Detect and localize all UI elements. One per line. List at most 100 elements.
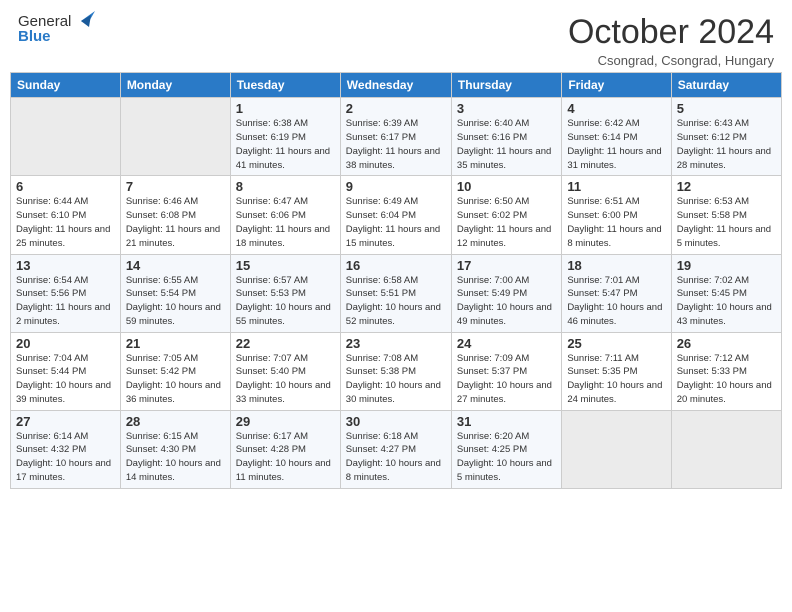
header: General Blue October 2024 Csongrad, Cson…: [0, 0, 792, 72]
cal-cell: 22Sunrise: 7:07 AMSunset: 5:40 PMDayligh…: [230, 332, 340, 410]
day-number: 11: [567, 179, 665, 194]
cell-info: Sunrise: 6:44 AMSunset: 6:10 PMDaylight:…: [16, 195, 115, 250]
calendar-wrap: SundayMondayTuesdayWednesdayThursdayFrid…: [0, 72, 792, 492]
cal-cell: 18Sunrise: 7:01 AMSunset: 5:47 PMDayligh…: [562, 254, 671, 332]
day-number: 24: [457, 336, 556, 351]
cal-cell: 9Sunrise: 6:49 AMSunset: 6:04 PMDaylight…: [340, 176, 451, 254]
day-number: 26: [677, 336, 776, 351]
day-number: 22: [236, 336, 335, 351]
day-number: 21: [126, 336, 225, 351]
day-number: 15: [236, 258, 335, 273]
cal-cell: 7Sunrise: 6:46 AMSunset: 6:08 PMDaylight…: [120, 176, 230, 254]
day-number: 18: [567, 258, 665, 273]
cal-cell: 29Sunrise: 6:17 AMSunset: 4:28 PMDayligh…: [230, 410, 340, 488]
cal-cell: 13Sunrise: 6:54 AMSunset: 5:56 PMDayligh…: [11, 254, 121, 332]
cell-info: Sunrise: 7:09 AMSunset: 5:37 PMDaylight:…: [457, 352, 556, 407]
cell-info: Sunrise: 7:04 AMSunset: 5:44 PMDaylight:…: [16, 352, 115, 407]
cell-info: Sunrise: 6:49 AMSunset: 6:04 PMDaylight:…: [346, 195, 446, 250]
cell-info: Sunrise: 6:58 AMSunset: 5:51 PMDaylight:…: [346, 274, 446, 329]
day-number: 23: [346, 336, 446, 351]
cell-info: Sunrise: 6:50 AMSunset: 6:02 PMDaylight:…: [457, 195, 556, 250]
calendar-table: SundayMondayTuesdayWednesdayThursdayFrid…: [10, 72, 782, 488]
cell-info: Sunrise: 6:14 AMSunset: 4:32 PMDaylight:…: [16, 430, 115, 485]
day-header-friday: Friday: [562, 73, 671, 98]
cal-cell: 4Sunrise: 6:42 AMSunset: 6:14 PMDaylight…: [562, 98, 671, 176]
day-number: 2: [346, 101, 446, 116]
day-number: 6: [16, 179, 115, 194]
cell-info: Sunrise: 6:15 AMSunset: 4:30 PMDaylight:…: [126, 430, 225, 485]
cal-cell: 8Sunrise: 6:47 AMSunset: 6:06 PMDaylight…: [230, 176, 340, 254]
week-row-5: 27Sunrise: 6:14 AMSunset: 4:32 PMDayligh…: [11, 410, 782, 488]
day-number: 1: [236, 101, 335, 116]
cal-cell: 2Sunrise: 6:39 AMSunset: 6:17 PMDaylight…: [340, 98, 451, 176]
cal-cell: 15Sunrise: 6:57 AMSunset: 5:53 PMDayligh…: [230, 254, 340, 332]
day-header-row: SundayMondayTuesdayWednesdayThursdayFrid…: [11, 73, 782, 98]
day-number: 10: [457, 179, 556, 194]
day-header-monday: Monday: [120, 73, 230, 98]
cal-cell: 6Sunrise: 6:44 AMSunset: 6:10 PMDaylight…: [11, 176, 121, 254]
day-number: 3: [457, 101, 556, 116]
cal-cell: 12Sunrise: 6:53 AMSunset: 5:58 PMDayligh…: [671, 176, 781, 254]
day-number: 13: [16, 258, 115, 273]
cell-info: Sunrise: 6:51 AMSunset: 6:00 PMDaylight:…: [567, 195, 665, 250]
cal-cell: 25Sunrise: 7:11 AMSunset: 5:35 PMDayligh…: [562, 332, 671, 410]
day-number: 16: [346, 258, 446, 273]
cal-cell: 31Sunrise: 6:20 AMSunset: 4:25 PMDayligh…: [451, 410, 561, 488]
cell-info: Sunrise: 7:01 AMSunset: 5:47 PMDaylight:…: [567, 274, 665, 329]
day-header-tuesday: Tuesday: [230, 73, 340, 98]
cell-info: Sunrise: 7:12 AMSunset: 5:33 PMDaylight:…: [677, 352, 776, 407]
cal-cell: 30Sunrise: 6:18 AMSunset: 4:27 PMDayligh…: [340, 410, 451, 488]
day-number: 8: [236, 179, 335, 194]
cal-cell: 19Sunrise: 7:02 AMSunset: 5:45 PMDayligh…: [671, 254, 781, 332]
cell-info: Sunrise: 6:47 AMSunset: 6:06 PMDaylight:…: [236, 195, 335, 250]
day-header-thursday: Thursday: [451, 73, 561, 98]
day-number: 31: [457, 414, 556, 429]
cell-info: Sunrise: 6:54 AMSunset: 5:56 PMDaylight:…: [16, 274, 115, 329]
month-title: October 2024: [568, 14, 774, 51]
cal-cell: [120, 98, 230, 176]
week-row-2: 6Sunrise: 6:44 AMSunset: 6:10 PMDaylight…: [11, 176, 782, 254]
cal-cell: 14Sunrise: 6:55 AMSunset: 5:54 PMDayligh…: [120, 254, 230, 332]
cal-cell: 27Sunrise: 6:14 AMSunset: 4:32 PMDayligh…: [11, 410, 121, 488]
cal-cell: 10Sunrise: 6:50 AMSunset: 6:02 PMDayligh…: [451, 176, 561, 254]
cell-info: Sunrise: 7:08 AMSunset: 5:38 PMDaylight:…: [346, 352, 446, 407]
cal-cell: 3Sunrise: 6:40 AMSunset: 6:16 PMDaylight…: [451, 98, 561, 176]
cal-cell: 1Sunrise: 6:38 AMSunset: 6:19 PMDaylight…: [230, 98, 340, 176]
week-row-1: 1Sunrise: 6:38 AMSunset: 6:19 PMDaylight…: [11, 98, 782, 176]
logo-bird-icon: [73, 11, 95, 29]
week-row-4: 20Sunrise: 7:04 AMSunset: 5:44 PMDayligh…: [11, 332, 782, 410]
cell-info: Sunrise: 6:17 AMSunset: 4:28 PMDaylight:…: [236, 430, 335, 485]
cell-info: Sunrise: 6:18 AMSunset: 4:27 PMDaylight:…: [346, 430, 446, 485]
cell-info: Sunrise: 6:42 AMSunset: 6:14 PMDaylight:…: [567, 117, 665, 172]
day-number: 12: [677, 179, 776, 194]
cal-cell: [11, 98, 121, 176]
cal-cell: 28Sunrise: 6:15 AMSunset: 4:30 PMDayligh…: [120, 410, 230, 488]
day-header-sunday: Sunday: [11, 73, 121, 98]
cell-info: Sunrise: 6:53 AMSunset: 5:58 PMDaylight:…: [677, 195, 776, 250]
cell-info: Sunrise: 6:57 AMSunset: 5:53 PMDaylight:…: [236, 274, 335, 329]
day-number: 14: [126, 258, 225, 273]
day-number: 9: [346, 179, 446, 194]
cell-info: Sunrise: 7:02 AMSunset: 5:45 PMDaylight:…: [677, 274, 776, 329]
day-number: 5: [677, 101, 776, 116]
cal-cell: 11Sunrise: 6:51 AMSunset: 6:00 PMDayligh…: [562, 176, 671, 254]
day-number: 27: [16, 414, 115, 429]
cell-info: Sunrise: 7:07 AMSunset: 5:40 PMDaylight:…: [236, 352, 335, 407]
cal-cell: 20Sunrise: 7:04 AMSunset: 5:44 PMDayligh…: [11, 332, 121, 410]
cell-info: Sunrise: 6:40 AMSunset: 6:16 PMDaylight:…: [457, 117, 556, 172]
cal-cell: 21Sunrise: 7:05 AMSunset: 5:42 PMDayligh…: [120, 332, 230, 410]
location: Csongrad, Csongrad, Hungary: [568, 53, 774, 68]
cell-info: Sunrise: 6:39 AMSunset: 6:17 PMDaylight:…: [346, 117, 446, 172]
logo-blue-text: Blue: [18, 29, 51, 46]
cal-cell: 5Sunrise: 6:43 AMSunset: 6:12 PMDaylight…: [671, 98, 781, 176]
day-number: 29: [236, 414, 335, 429]
day-number: 4: [567, 101, 665, 116]
day-number: 30: [346, 414, 446, 429]
week-row-3: 13Sunrise: 6:54 AMSunset: 5:56 PMDayligh…: [11, 254, 782, 332]
cal-cell: 16Sunrise: 6:58 AMSunset: 5:51 PMDayligh…: [340, 254, 451, 332]
cal-cell: 23Sunrise: 7:08 AMSunset: 5:38 PMDayligh…: [340, 332, 451, 410]
cell-info: Sunrise: 7:00 AMSunset: 5:49 PMDaylight:…: [457, 274, 556, 329]
day-number: 20: [16, 336, 115, 351]
cal-cell: [562, 410, 671, 488]
cal-cell: [671, 410, 781, 488]
